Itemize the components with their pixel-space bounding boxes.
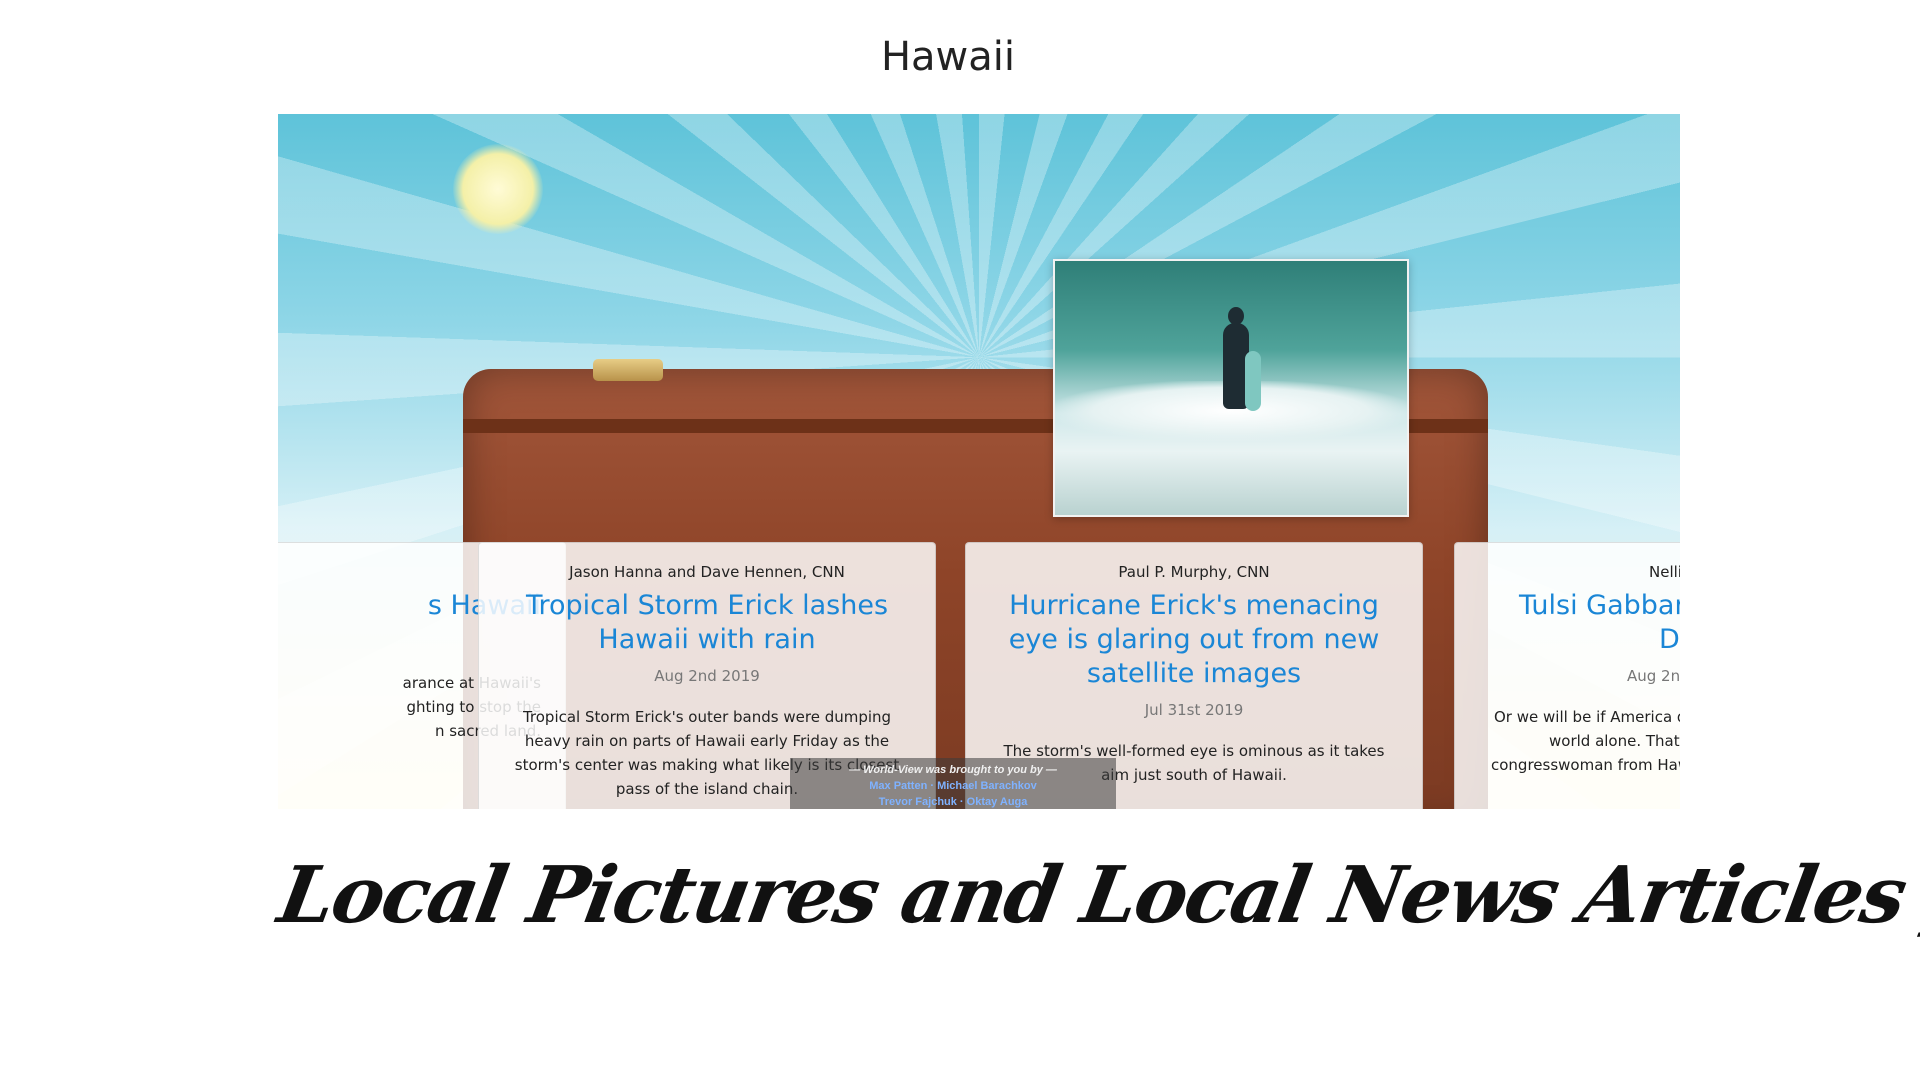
surfer-photo[interactable] xyxy=(1053,259,1409,517)
suitcase-latch-icon xyxy=(593,359,663,381)
card-date-text: Aug 2n xyxy=(1627,667,1680,685)
card-title[interactable]: Hurricane Erick's menacing eye is glarin… xyxy=(990,589,1398,691)
hero-scene: s Hawaii arance at Hawaii's ghting to st… xyxy=(278,114,1680,809)
card-body: Or we will be if America do world alone.… xyxy=(1479,705,1680,777)
card-body-line: Or we will be if America do xyxy=(1494,708,1680,726)
card-title-text[interactable]: Doo xyxy=(1519,623,1680,657)
card-date: Aug 2nd 2019 xyxy=(654,667,760,685)
card-body-line: world alone. That's v xyxy=(1549,732,1680,750)
card-author-text: Nellie I xyxy=(1649,563,1680,581)
card-title-text[interactable]: Tulsi Gabbard xyxy=(1519,589,1680,623)
page-title: Hawaii xyxy=(880,34,1016,80)
card-date: Jul 31st 2019 xyxy=(1144,701,1244,719)
credits-names[interactable]: Max Patten · Michael Barachkov xyxy=(790,778,1116,794)
tagline: Local Pictures and Local News Articles f… xyxy=(271,850,1920,941)
card-author: Jason Hanna and Dave Hennen, CNN xyxy=(569,563,845,581)
credits-line: — World-View was brought to you by — xyxy=(849,764,1057,776)
credits-box: — World-View was brought to you by — Max… xyxy=(790,758,1116,809)
sun-icon xyxy=(453,144,543,234)
card-body-line: congresswoman from Haw xyxy=(1491,756,1680,774)
page: Hawaii s Hawaii arance at Hawaii's ghtin… xyxy=(0,0,1920,1080)
article-card[interactable]: Nellie I Tulsi Gabbard Doo Aug 2n Or we … xyxy=(1454,542,1680,809)
card-title[interactable]: Tulsi Gabbard Doo xyxy=(1479,589,1680,657)
card-title[interactable]: Tropical Storm Erick lashes Hawaii with … xyxy=(503,589,911,657)
card-date: Aug 2n xyxy=(1479,667,1680,685)
surfboard-icon xyxy=(1245,351,1261,411)
card-author: Paul P. Murphy, CNN xyxy=(1118,563,1270,581)
card-author: Nellie I xyxy=(1479,563,1680,581)
credits-names[interactable]: Trevor Fajchuk · Oktay Auga xyxy=(790,794,1116,809)
